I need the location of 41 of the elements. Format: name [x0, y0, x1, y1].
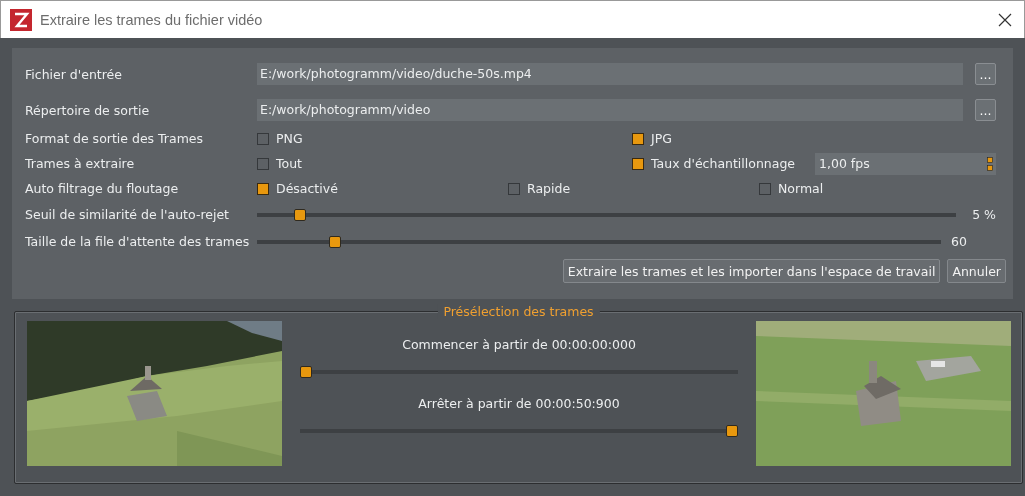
- checkbox-label: Désactivé: [276, 181, 338, 196]
- group-title: Présélection des trames: [437, 304, 600, 319]
- slider-handle[interactable]: [726, 425, 738, 437]
- slider-value: 60: [950, 234, 968, 249]
- checkbox[interactable]: [759, 182, 771, 195]
- slider-label: Taille de la file d'attente des trames: [25, 234, 251, 249]
- slider-handle[interactable]: [294, 208, 307, 221]
- field-label: Fichier d'entrée: [25, 66, 123, 82]
- checkbox-label: Normal: [778, 181, 824, 196]
- path-field[interactable]: E:/work/photogramm/video: [257, 99, 963, 121]
- cancel-button[interactable]: Annuler: [947, 259, 1006, 283]
- path-field[interactable]: E:/work/photogramm/video/duche-50s.mp4: [257, 63, 963, 85]
- option-label: Auto filtrage du floutage: [25, 181, 180, 196]
- checkbox[interactable]: [632, 157, 644, 170]
- slider-handle[interactable]: [328, 235, 341, 248]
- option-label: Format de sortie des Trames: [25, 131, 205, 146]
- checkbox[interactable]: [508, 182, 520, 195]
- checkbox[interactable]: [257, 132, 269, 145]
- slider-handle[interactable]: [300, 366, 312, 378]
- field-label: Répertoire de sortie: [25, 102, 151, 118]
- app-logo-icon: [10, 8, 32, 31]
- close-icon[interactable]: [998, 12, 1012, 27]
- start-time-label: Commencer à partir de 00:00:00:000: [402, 337, 636, 352]
- checkbox[interactable]: [632, 132, 644, 145]
- checkbox-label: Taux d'échantillonnage: [651, 156, 796, 171]
- slider-label: Seuil de similarité de l'auto-rejet: [25, 207, 230, 222]
- checkbox-label: PNG: [276, 131, 303, 146]
- checkbox[interactable]: [257, 182, 269, 195]
- stop-time-label: Arrêter à partir de 00:00:50:900: [418, 396, 620, 411]
- spin-field[interactable]: 1,00 fps: [815, 152, 996, 175]
- browse-button[interactable]: ...: [975, 99, 996, 121]
- browse-button[interactable]: ...: [975, 63, 996, 85]
- option-label: Trames à extraire: [25, 156, 136, 171]
- checkbox-label: Rapide: [527, 181, 571, 196]
- checkbox-label: JPG: [651, 131, 672, 146]
- extract-button[interactable]: Extraire les trames et les importer dans l'espace de travail: [562, 259, 941, 283]
- window-title: Extraire les trames du fichier vidéo: [40, 11, 264, 28]
- checkbox-label: Tout: [276, 156, 302, 171]
- slider-value: 5 %: [971, 207, 996, 222]
- spin-arrows-icon[interactable]: [987, 155, 993, 172]
- checkbox[interactable]: [257, 157, 269, 170]
